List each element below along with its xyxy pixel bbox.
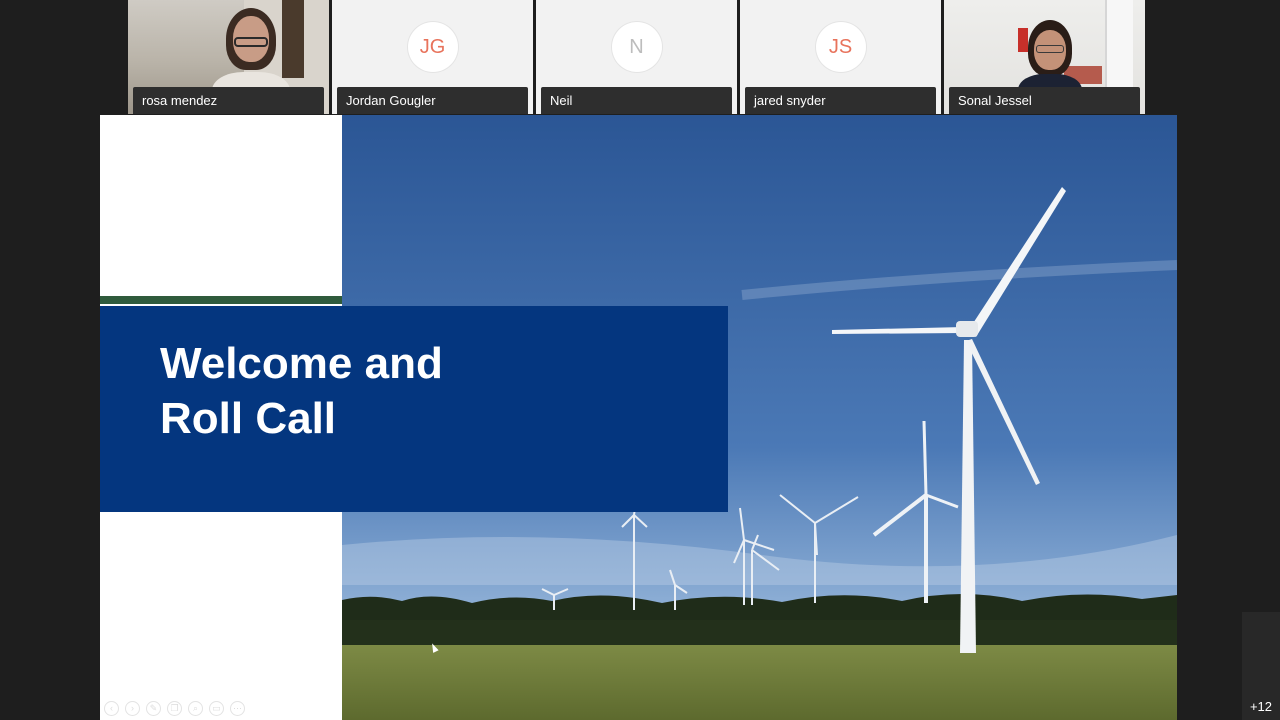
more-participants-count: +12 <box>1249 699 1272 714</box>
copy-icon[interactable]: ❐ <box>167 701 182 716</box>
next-icon[interactable]: › <box>125 701 140 716</box>
participant-tile-jordan-gougler[interactable]: JG Jordan Gougler <box>332 0 533 114</box>
participant-tile-rosa-mendez[interactable]: rosa mendez <box>128 0 329 114</box>
participant-tile-sonal-jessel[interactable]: Sonal Jessel <box>944 0 1145 114</box>
more-participants-button[interactable]: +12 <box>1242 612 1280 720</box>
shared-screen-slide: Welcome and Roll Call ‹ › ✎ ❐ ⌕ ▭ ⋯ <box>100 115 1177 720</box>
participant-name: rosa mendez <box>133 87 324 114</box>
subtitles-icon[interactable]: ▭ <box>209 701 224 716</box>
participant-name: Jordan Gougler <box>337 87 528 114</box>
accent-bar <box>100 296 342 304</box>
avatar: JG <box>407 22 458 72</box>
meeting-window: rosa mendez JG Jordan Gougler N Neil JS … <box>0 0 1280 720</box>
slide-title-line2: Roll Call <box>160 394 337 443</box>
avatar: N <box>611 22 662 72</box>
zoom-icon[interactable]: ⌕ <box>188 701 203 716</box>
participant-name: jared snyder <box>745 87 936 114</box>
title-banner: Welcome and Roll Call <box>100 306 728 653</box>
more-icon[interactable]: ⋯ <box>230 701 245 716</box>
background-door <box>1105 0 1133 90</box>
participant-name: Neil <box>541 87 732 114</box>
slide-title-line1: Welcome and <box>160 339 443 388</box>
avatar: JS <box>815 22 866 72</box>
prev-icon[interactable]: ‹ <box>104 701 119 716</box>
slide-title: Welcome and Roll Call <box>160 336 680 446</box>
pen-icon[interactable]: ✎ <box>146 701 161 716</box>
participant-strip: rosa mendez JG Jordan Gougler N Neil JS … <box>128 0 1149 114</box>
participant-name: Sonal Jessel <box>949 87 1140 114</box>
slideshow-toolbar: ‹ › ✎ ❐ ⌕ ▭ ⋯ <box>104 701 245 716</box>
participant-tile-jared-snyder[interactable]: JS jared snyder <box>740 0 941 114</box>
participant-tile-neil[interactable]: N Neil <box>536 0 737 114</box>
